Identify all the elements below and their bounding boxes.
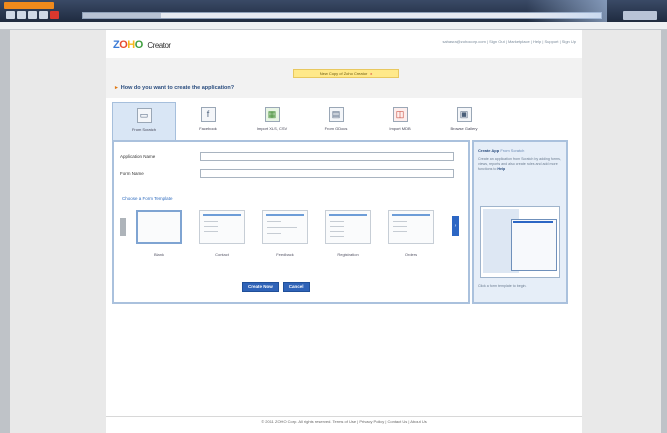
app-name-row: Application Name: [120, 152, 454, 161]
notice-text[interactable]: New Copy of Zoho Creator: [320, 71, 368, 76]
browser-menu-button[interactable]: [4, 2, 54, 9]
top-links[interactable]: sahasra@zohocorp.com | Sign Out | Market…: [442, 39, 576, 44]
tab-facebook[interactable]: f Facebook: [176, 102, 240, 140]
help-link[interactable]: Help: [497, 167, 505, 171]
choose-template-heading: Choose a Form Template: [122, 196, 173, 201]
template-thumbnail: [262, 210, 308, 244]
bullet-icon: ▸: [115, 85, 118, 91]
template-feedback[interactable]: Feedback: [262, 210, 308, 257]
window-frame-left: [0, 30, 10, 433]
zoho-creator-logo[interactable]: ZOHO Creator: [113, 39, 171, 51]
template-scroll-left[interactable]: [120, 218, 126, 236]
spreadsheet-icon: ▦: [264, 107, 280, 122]
help-title: Create App From Scratch: [478, 148, 525, 153]
help-panel: Create App From Scratch Create an applic…: [472, 140, 568, 304]
app-name-input[interactable]: [200, 152, 454, 161]
template-scroll-right[interactable]: ›: [452, 216, 459, 236]
header-band: [106, 58, 582, 98]
template-registration[interactable]: Registration: [325, 210, 371, 257]
window-controls[interactable]: [623, 11, 657, 20]
template-thumbnail: [325, 210, 371, 244]
blank-page-icon: ▭: [136, 108, 152, 123]
page-question: ▸ How do you want to create the applicati…: [115, 85, 235, 91]
browser-toolbar: [0, 22, 667, 30]
tab-from-gdocs[interactable]: ▤ From GDocs: [304, 102, 368, 140]
tab-browse-gallery[interactable]: ▣ Browse Gallery: [432, 102, 496, 140]
form-name-input[interactable]: [200, 169, 454, 178]
form-name-row: Form Name: [120, 169, 454, 178]
template-orders[interactable]: Orders: [388, 210, 434, 257]
database-icon: ◫: [392, 107, 408, 122]
create-form-panel: Application Name Form Name Choose a Form…: [112, 140, 470, 304]
creation-method-tabs: ▭ From Scratch f Facebook ▦ Import XLS, …: [112, 102, 496, 140]
google-docs-icon: ▤: [328, 107, 344, 122]
template-thumbnail: [136, 210, 182, 244]
cancel-button[interactable]: Cancel: [282, 282, 310, 292]
close-icon[interactable]: x: [370, 71, 372, 76]
address-bar[interactable]: [82, 12, 602, 19]
forward-icon[interactable]: [17, 11, 26, 19]
titlebar-glare: [527, 0, 607, 22]
browser-tab[interactable]: [83, 13, 161, 18]
template-thumbnail: [388, 210, 434, 244]
stop-icon[interactable]: [39, 11, 48, 19]
back-icon[interactable]: [6, 11, 15, 19]
facebook-icon: f: [200, 107, 216, 122]
template-contact[interactable]: Contact: [199, 210, 245, 257]
template-blank[interactable]: Blank: [136, 210, 182, 257]
logo-subtitle: Creator: [147, 41, 171, 50]
window-frame-right: [661, 30, 667, 433]
form-name-label: Form Name: [120, 171, 144, 176]
gallery-icon: ▣: [456, 107, 472, 122]
reload-icon[interactable]: [28, 11, 37, 19]
tab-from-scratch[interactable]: ▭ From Scratch: [112, 102, 176, 140]
web-page: ZOHO Creator sahasra@zohocorp.com | Sign…: [10, 30, 661, 433]
page-footer[interactable]: © 2011 ZOHO Corp. All rights reserved. T…: [106, 416, 582, 426]
tab-import-xls[interactable]: ▦ Import XLS, CSV: [240, 102, 304, 140]
help-screenshot: [480, 206, 560, 278]
notice-banner: New Copy of Zoho Creator x: [293, 69, 399, 78]
app-container: ZOHO Creator sahasra@zohocorp.com | Sign…: [106, 30, 582, 433]
help-body: Create an application from Scratch by ad…: [478, 157, 561, 172]
home-icon[interactable]: [50, 11, 59, 19]
form-actions: Create Now Cancel: [242, 282, 310, 292]
create-now-button[interactable]: Create Now: [242, 282, 279, 292]
template-thumbnail: [199, 210, 245, 244]
browser-nav-buttons: [6, 11, 59, 19]
tab-import-mdb[interactable]: ◫ Import MDB: [368, 102, 432, 140]
template-list: Blank Contact Feedback Registration Orde…: [136, 210, 434, 257]
help-footnote: Click a form template to begin.: [478, 284, 527, 288]
app-name-label: Application Name: [120, 154, 156, 159]
browser-titlebar: [0, 0, 667, 22]
